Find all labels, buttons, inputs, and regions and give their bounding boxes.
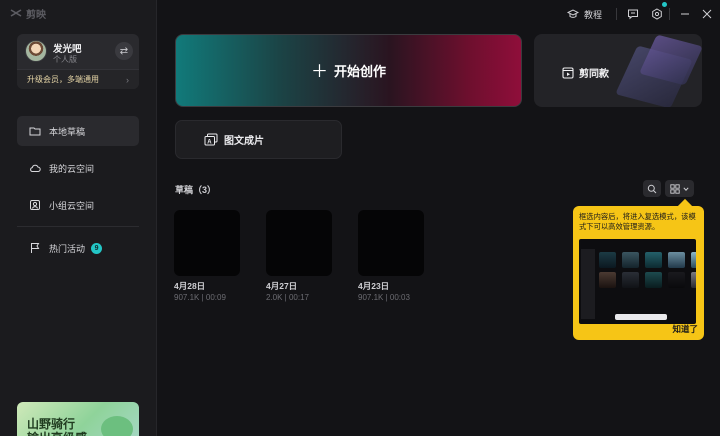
draft-meta: 907.1K | 00:09: [174, 293, 226, 302]
image-text-icon: A: [204, 133, 218, 146]
preview-grid: [599, 252, 696, 288]
promo-title: 山野骑行 输出高级感: [27, 417, 87, 436]
capcut-logo-icon: [10, 9, 22, 17]
user-tier: 个人版: [53, 55, 77, 64]
preview-thumb: [668, 252, 685, 268]
draft-item[interactable]: 4月27日 2.0K | 00:17: [266, 210, 332, 302]
sidebar-divider: [17, 226, 139, 227]
flag-icon: [31, 243, 40, 253]
user-name: 发光吧: [53, 44, 82, 55]
search-icon: [647, 184, 657, 193]
image-text-video-button[interactable]: A 图文成片: [175, 120, 342, 159]
promo-banner[interactable]: 山野骑行 输出高级感: [17, 402, 139, 436]
draft-date: 4月28日: [174, 281, 206, 291]
cloud-icon: [30, 164, 41, 172]
sidebar-item-hot-events[interactable]: 热门活动 9: [17, 233, 139, 263]
tutorial-button[interactable]: 教程: [567, 6, 602, 22]
swap-icon: ⇄: [119, 45, 129, 57]
drafts-title: 草稿（3）: [175, 185, 217, 195]
search-button[interactable]: [643, 180, 661, 197]
upgrade-link[interactable]: 升级会员，多端通用 ›: [17, 69, 139, 89]
preview-thumb: [645, 252, 662, 268]
preview-thumb: [599, 252, 616, 268]
close-icon: [702, 9, 712, 19]
template-label: 剪同款: [579, 69, 609, 80]
svg-text:A: A: [207, 139, 212, 145]
tutorial-label: 教程: [584, 9, 603, 20]
topbar-divider: [669, 8, 670, 20]
event-count-badge: 9: [91, 242, 103, 254]
message-icon: [628, 9, 638, 20]
promo-decoration: [101, 416, 133, 436]
preview-thumb: [691, 252, 696, 268]
sidebar: 剪映 发光吧 个人版 ⇄ 升级会员，多端通用 › 本地草稿 我的云空间 小组云空…: [0, 0, 157, 436]
gear-icon: [652, 8, 662, 20]
sidebar-item-label: 小组云空间: [49, 200, 95, 211]
sidebar-item-local-drafts[interactable]: 本地草稿: [17, 116, 139, 146]
folder-icon: [29, 127, 41, 136]
draft-item[interactable]: 4月28日 907.1K | 00:09: [174, 210, 240, 302]
sidebar-item-label: 我的云空间: [49, 163, 95, 174]
preview-thumb: [599, 272, 616, 288]
grid-view-icon: [670, 183, 680, 194]
plus-icon: ＋: [310, 62, 328, 81]
notification-dot: [662, 2, 667, 7]
preview-thumb: [622, 252, 639, 268]
draft-item[interactable]: 4月23日 907.1K | 00:03: [358, 210, 424, 302]
user-card[interactable]: 发光吧 个人版 ⇄ 升级会员，多端通用 ›: [17, 34, 139, 89]
feedback-button[interactable]: [627, 6, 639, 22]
tooltip-text: 框选内容后，将进入复选模式，该模式下可以高效管理资源。: [579, 212, 696, 231]
view-mode-button[interactable]: [665, 180, 694, 197]
draft-date: 4月27日: [266, 281, 298, 291]
draft-meta: 2.0K | 00:17: [266, 293, 309, 302]
preview-thumb: [645, 272, 662, 288]
multiselect-tooltip: 框选内容后，将进入复选模式，该模式下可以高效管理资源。 知道了: [573, 198, 704, 340]
draft-thumbnail[interactable]: [266, 210, 332, 276]
close-button[interactable]: [702, 6, 712, 22]
minimize-icon: [681, 13, 689, 15]
draft-meta: 907.1K | 00:03: [358, 293, 410, 302]
switch-account-button[interactable]: ⇄: [115, 42, 133, 60]
settings-button[interactable]: [651, 6, 663, 22]
brand: 剪映: [10, 6, 46, 21]
sidebar-item-label: 热门活动: [49, 243, 86, 254]
template-card[interactable]: 剪同款: [534, 34, 702, 107]
tooltip-confirm-button[interactable]: 知道了: [672, 323, 698, 335]
team-icon: [30, 200, 40, 210]
upgrade-label: 升级会员，多端通用: [27, 75, 99, 84]
draft-date: 4月23日: [358, 281, 390, 291]
preview-action-bar: [615, 314, 667, 320]
preview-thumb: [622, 272, 639, 288]
template-icon: [562, 66, 574, 79]
chevron-down-icon: [683, 186, 689, 191]
template-title: 剪同款: [562, 65, 609, 80]
top-bar: 教程: [157, 0, 720, 28]
sidebar-item-label: 本地草稿: [49, 126, 86, 137]
draft-thumbnail[interactable]: [358, 210, 424, 276]
brand-name: 剪映: [26, 9, 46, 21]
preview-thumb: [691, 272, 696, 288]
preview-sidebar: [581, 249, 595, 319]
avatar[interactable]: [25, 40, 47, 62]
graduation-cap-icon: [567, 9, 579, 18]
tooltip-arrow: [677, 198, 693, 214]
start-creation-button[interactable]: ＋ 开始创作: [175, 34, 522, 107]
tooltip-preview-image: [579, 239, 696, 324]
sidebar-item-my-cloud[interactable]: 我的云空间: [17, 153, 139, 183]
chevron-right-icon: ›: [126, 74, 129, 85]
image-text-label: 图文成片: [224, 136, 264, 147]
sidebar-item-team-cloud[interactable]: 小组云空间: [17, 190, 139, 220]
preview-thumb: [668, 272, 685, 288]
start-creation-label: 开始创作: [333, 64, 386, 79]
topbar-divider: [616, 8, 617, 20]
minimize-button[interactable]: [680, 6, 690, 22]
draft-thumbnail[interactable]: [174, 210, 240, 276]
